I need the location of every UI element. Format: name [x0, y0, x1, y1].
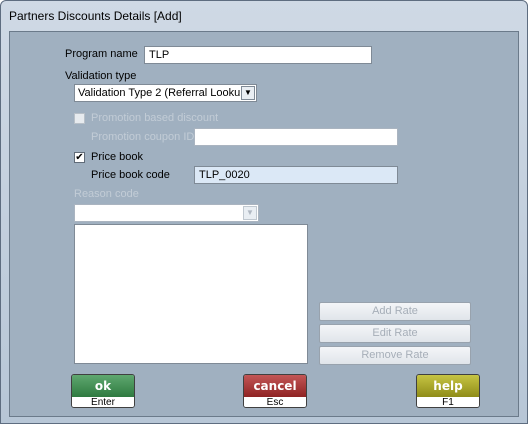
- rates-listbox[interactable]: [74, 224, 308, 364]
- reason-code-label: Reason code: [74, 188, 139, 200]
- reason-code-dropdown[interactable]: ▼: [74, 204, 259, 222]
- cancel-button-label: cancel: [244, 375, 306, 397]
- price-book-checkbox[interactable]: ✔: [74, 152, 85, 163]
- remove-rate-button[interactable]: Remove Rate: [319, 346, 471, 365]
- price-book-label: Price book: [91, 151, 143, 163]
- promotion-coupon-label: Promotion coupon ID: [91, 131, 195, 143]
- add-rate-button[interactable]: Add Rate: [319, 302, 471, 321]
- ok-button-key: Enter: [72, 397, 134, 407]
- cancel-button[interactable]: cancel Esc: [243, 374, 307, 408]
- price-book-code-input[interactable]: [194, 166, 398, 184]
- program-name-label: Program name: [65, 48, 138, 60]
- ok-button[interactable]: ok Enter: [71, 374, 135, 408]
- chevron-down-icon[interactable]: ▼: [241, 86, 255, 100]
- help-button-key: F1: [417, 397, 479, 407]
- validation-type-dropdown[interactable]: Validation Type 2 (Referral Lookup) ▼: [74, 84, 257, 102]
- validation-type-label: Validation type: [65, 70, 137, 82]
- window-title: Partners Discounts Details [Add]: [9, 9, 182, 23]
- promotion-label: Promotion based discount: [91, 112, 219, 124]
- promotion-coupon-input[interactable]: [194, 128, 398, 146]
- price-book-code-label: Price book code: [91, 169, 170, 181]
- promotion-checkbox[interactable]: [74, 113, 85, 124]
- dialog-client-area: Program name Validation type Validation …: [9, 31, 519, 417]
- ok-button-label: ok: [72, 375, 134, 397]
- title-bar[interactable]: Partners Discounts Details [Add]: [1, 1, 527, 31]
- cancel-button-key: Esc: [244, 397, 306, 407]
- program-name-input[interactable]: [144, 46, 372, 64]
- validation-type-value: Validation Type 2 (Referral Lookup): [78, 87, 251, 99]
- edit-rate-button[interactable]: Edit Rate: [319, 324, 471, 343]
- help-button[interactable]: help F1: [416, 374, 480, 408]
- checkmark-icon: ✔: [75, 152, 84, 163]
- chevron-down-icon[interactable]: ▼: [243, 206, 257, 220]
- dialog-window: Partners Discounts Details [Add] Program…: [0, 0, 528, 424]
- help-button-label: help: [417, 375, 479, 397]
